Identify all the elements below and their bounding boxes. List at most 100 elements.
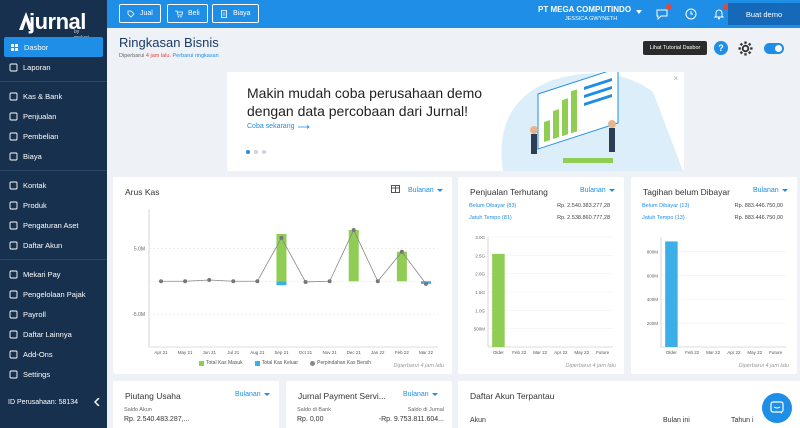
penjualan-jatuh-value: Rp. 2.538.860.777,28 [557, 215, 610, 221]
updated-prefix: Diperbarui [119, 53, 145, 59]
piutang-title: Piutang Usaha [125, 391, 181, 401]
jurnal-logo[interactable]: jurnal by mekari [14, 6, 94, 41]
caret-down-icon [608, 189, 615, 192]
sidebar-item-label: Mekari Pay [23, 269, 61, 279]
banner-dot-1[interactable] [246, 150, 250, 154]
banner-dot-3[interactable] [262, 150, 266, 154]
gear-icon[interactable] [738, 41, 753, 56]
receipt-icon [221, 9, 227, 18]
sidebar-item-payroll[interactable]: Payroll [0, 304, 107, 324]
sidebar-item-kas-bank[interactable]: Kas & Bank [0, 86, 107, 106]
legend-kas-keluar-label: Total Kas Keluar [261, 360, 299, 366]
dashboard-toggle[interactable] [764, 43, 784, 54]
biaya-button[interactable]: Biaya [212, 4, 259, 23]
company-dropdown-icon[interactable] [636, 10, 642, 14]
x-tick-label: Older [493, 350, 505, 355]
caret-down-icon [431, 393, 438, 396]
point-kas-bersih [351, 228, 356, 233]
collapse-sidebar-icon[interactable] [94, 398, 100, 406]
piutang-label: Saldo Akun [124, 407, 152, 413]
tagihan-row-jatuh[interactable]: Jatuh Tempo (13) Rp. 883.446.750,00 [642, 215, 783, 221]
y-tick-label: 600M [647, 273, 659, 278]
company-id: ID Perusahaan: 58134 [8, 398, 100, 406]
clock-icon[interactable] [685, 7, 697, 20]
box-icon [8, 200, 18, 210]
sidebar-item-pengelolaan-pajak[interactable]: Pengelolaan Pajak [0, 284, 107, 304]
table-view-icon[interactable] [391, 185, 400, 193]
beli-label: Beli [188, 10, 200, 17]
arus-kas-chart: 5.0M -5.0M Apr 21 May 21 Jun 21 Jul 21 Aug 21 S… [132, 209, 438, 355]
sidebar-item-label: Dasbor [24, 42, 49, 52]
x-tick-label: Apr 22 [727, 350, 741, 355]
sidebar-item-label: Settings [23, 369, 51, 379]
y-tick-label: 2.0G [475, 272, 485, 277]
sidebar-item-penjualan[interactable]: Penjualan [0, 106, 107, 126]
arus-kas-period-label: Bulanan [408, 187, 434, 194]
sidebar-item-label: Payroll [23, 309, 46, 319]
sidebar-item-laporan[interactable]: Laporan [0, 57, 107, 77]
sidebar-item-pembelian[interactable]: Pembelian [0, 126, 107, 146]
line-kas-bersih [161, 229, 427, 285]
tagihan-row-belum[interactable]: Belum Dibayar (13) Rp. 883.446.750,00 [642, 203, 783, 209]
col-akun: Akun [470, 417, 486, 424]
piutang-period-dropdown[interactable]: Bulanan [235, 391, 270, 398]
sidebar: jurnal by mekari Dasbor Laporan Kas & Bank… [0, 0, 107, 428]
help-icon[interactable]: ? [714, 41, 728, 55]
jurnal-pay-bank-value: Rp. 0,00 [297, 416, 324, 423]
sidebar-item-add-ons[interactable]: Add-Ons [0, 344, 107, 364]
jual-button[interactable]: Jual [119, 4, 161, 23]
point-kas-bersih [255, 279, 260, 284]
beli-button[interactable]: Beli [167, 4, 208, 23]
buat-demo-button[interactable]: Buat demo [728, 3, 800, 25]
company-name[interactable]: PT MEGA COMPUTINDO [538, 5, 631, 14]
tagihan-belum-label: Belum Dibayar (13) [642, 203, 690, 209]
penjualan-period-dropdown[interactable]: Bulanan [580, 187, 615, 194]
penjualan-row-jatuh[interactable]: Jatuh Tempo (81) Rp. 2.538.860.777,28 [469, 215, 610, 221]
page-updated: Diperbarui 4 jam lalu. Perbarui ringkasa… [119, 53, 219, 59]
arus-kas-period-dropdown[interactable]: Bulanan [408, 187, 443, 194]
tagihan-period-dropdown[interactable]: Bulanan [753, 187, 788, 194]
sidebar-item-biaya[interactable]: Biaya [0, 146, 107, 166]
sidebar-item-daftar-akun[interactable]: Daftar Akun [0, 235, 107, 255]
refresh-summary-link[interactable]: Perbarui ringkasan [173, 53, 219, 59]
y-tick-label: 200M [647, 321, 659, 326]
legend-kas-keluar: Total Kas Keluar [254, 360, 299, 366]
caret-down-icon [436, 189, 443, 192]
jurnal-pay-period-dropdown[interactable]: Bulanan [403, 391, 438, 398]
bar-kas-keluar [276, 281, 287, 286]
live-chat-button[interactable] [762, 393, 792, 423]
x-tick-label: Oct 21 [299, 350, 313, 355]
y-tick-label: 5.0M [134, 246, 145, 252]
sidebar-nav: Dasbor Laporan Kas & Bank Penjualan Pembelia… [0, 37, 107, 384]
tagihan-belum-value: Rp. 883.446.750,00 [734, 203, 783, 209]
x-tick-label: May 22 [574, 350, 589, 355]
caret-down-icon [781, 189, 788, 192]
bell-icon[interactable] [713, 4, 729, 20]
legend-kas-masuk-label: Total Kas Masuk [206, 360, 243, 366]
sidebar-item-pengaturan-aset[interactable]: Pengaturan Aset [0, 215, 107, 235]
sidebar-item-kontak[interactable]: Kontak [0, 175, 107, 195]
y-tick-label: -5.0M [132, 312, 145, 318]
banner-pagination [246, 150, 266, 154]
asset-icon [8, 220, 18, 230]
sidebar-item-produk[interactable]: Produk [0, 195, 107, 215]
sidebar-item-mekari-pay[interactable]: Mekari Pay [0, 264, 107, 284]
sidebar-item-settings[interactable]: Settings [0, 364, 107, 384]
jurnal-pay-bank-label: Saldo di Bank [297, 407, 331, 413]
list-icon [8, 240, 18, 250]
settings-icon [8, 369, 18, 379]
chat-notification-icon[interactable] [656, 4, 672, 21]
try-now-link[interactable]: Coba sekarang [247, 123, 311, 130]
jurnal-pay-period-label: Bulanan [403, 391, 429, 398]
promo-banner: Makin mudah coba perusahaan demo dengan … [227, 72, 684, 171]
sidebar-item-dasbor[interactable]: Dasbor [4, 37, 103, 57]
x-tick-label: Jul 21 [227, 350, 240, 355]
banner-dot-2[interactable] [254, 150, 258, 154]
col-tahun-ini: Tahun i [731, 417, 754, 424]
banner-title: Makin mudah coba perusahaan demo dengan … [247, 85, 483, 119]
penjualan-jatuh-label: Jatuh Tempo (81) [469, 215, 512, 221]
chat-badge [666, 4, 672, 10]
sidebar-item-daftar-lainnya[interactable]: Daftar Lainnya [0, 324, 107, 344]
penjualan-row-belum[interactable]: Belum Dibayar (83) Rp. 2.540.383.277,28 [469, 203, 610, 209]
point-kas-bersih [327, 279, 332, 284]
